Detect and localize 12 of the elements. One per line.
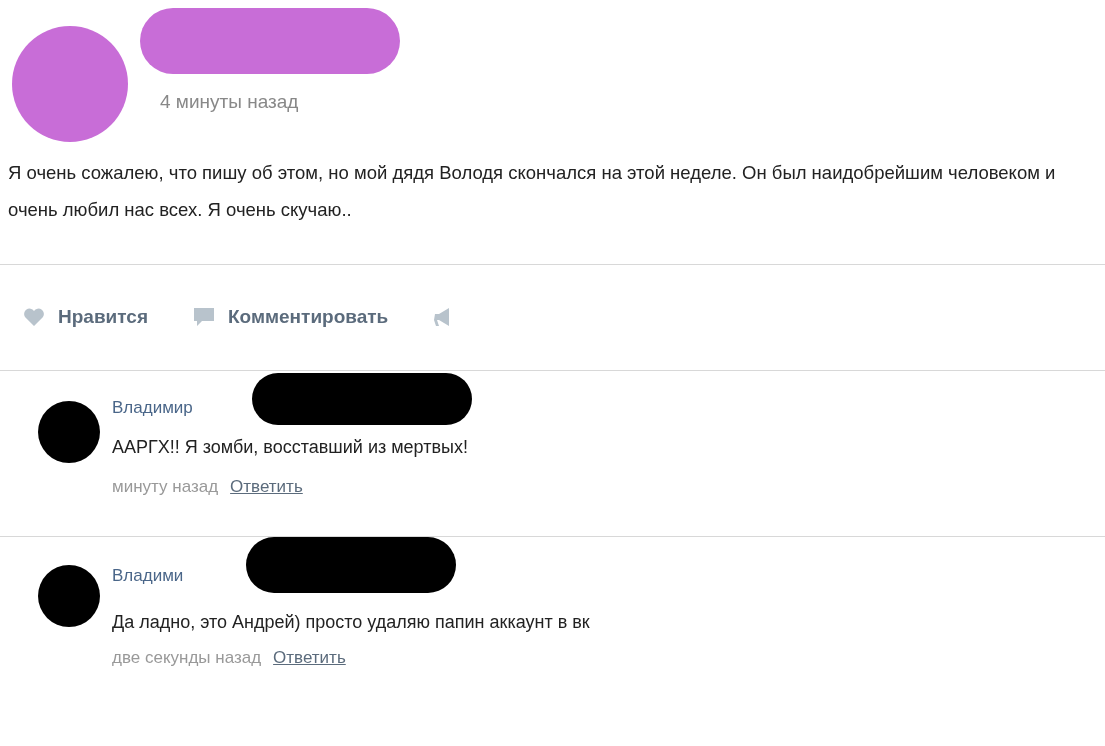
- comment-time: две секунды назад: [112, 646, 262, 669]
- author-name[interactable]: Владимир: [112, 394, 193, 420]
- post-text: Я очень сожалею, что пишу об этом, но мой дядя Володя скончался на этой неделе. Он был наидобрейшим человеком и очень любил нас всех. Я очень скучаю..: [7, 161, 1057, 222]
- post-time: 4 минуты назад: [160, 90, 299, 114]
- reply-link[interactable]: Ответить: [230, 473, 303, 499]
- action-button[interactable]: Комментировать: [191, 303, 389, 332]
- reply-link[interactable]: Ответить: [273, 644, 346, 670]
- comment-time: минуту назад: [112, 475, 219, 498]
- comment-text: Да ладно, это Андрей) просто удаляю папин аккаунт в вк: [112, 610, 590, 634]
- action-button[interactable]: Нравится: [22, 303, 148, 332]
- author-name[interactable]: Владими: [112, 562, 184, 588]
- comment-text: ААРГХ!! Я зомби, восставший из мертвых!: [112, 435, 468, 459]
